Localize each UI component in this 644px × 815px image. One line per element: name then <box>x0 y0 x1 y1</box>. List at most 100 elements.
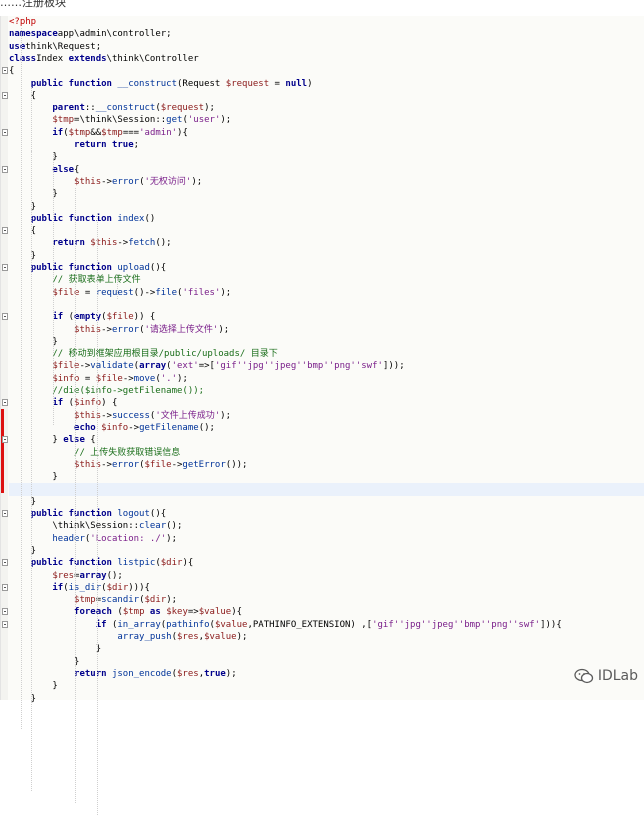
code-line[interactable]: } <box>9 545 644 557</box>
code-line[interactable]: } <box>9 471 644 483</box>
code-line[interactable]: $this->error('无权访问'); <box>9 176 644 188</box>
code-line[interactable]: return $this->fetch(); <box>9 237 644 249</box>
code-token: Index <box>36 53 69 64</box>
code-line[interactable]: { <box>2 225 644 237</box>
code-line[interactable]: $file->validate(array('ext'=>['gif''jpg'… <box>9 360 644 372</box>
code-token: fetch <box>128 238 156 249</box>
code-token: $this <box>74 176 102 187</box>
code-token: array <box>139 361 167 372</box>
code-token: $info <box>95 422 129 433</box>
fold-toggle-icon[interactable] <box>2 583 8 591</box>
code-line[interactable]: { <box>2 65 644 77</box>
code-line[interactable]: echo $info->getFilename(); <box>9 422 644 434</box>
code-line[interactable]: usethink\Request; <box>9 41 644 53</box>
code-line[interactable]: if(is_dir($dir))){ <box>2 582 644 594</box>
code-line[interactable]: if (empty($file)) { <box>2 311 644 323</box>
code-token: 'jpeg' <box>269 361 302 372</box>
code-line[interactable]: } <box>9 151 644 163</box>
code-token: upload <box>111 263 150 273</box>
code-line[interactable]: } else { <box>2 434 644 446</box>
code-line[interactable]: $this->success('文件上传成功'); <box>9 410 644 422</box>
code-line[interactable]: \think\Session::clear(); <box>9 520 644 532</box>
code-line[interactable]: public function index() <box>9 213 644 225</box>
code-line[interactable]: parent::__construct($request); <box>9 102 644 114</box>
fold-toggle-icon[interactable] <box>2 67 8 75</box>
code-line[interactable]: } <box>9 336 644 348</box>
code-line[interactable]: public function listpic($dir){ <box>2 557 644 569</box>
code-token: __construct <box>111 78 177 89</box>
code-line[interactable] <box>9 483 644 496</box>
code-line[interactable]: namespaceapp\admin\controller; <box>9 28 644 40</box>
code-token: -> <box>101 410 112 421</box>
code-token: (){ <box>149 263 167 273</box>
fold-toggle-icon[interactable] <box>2 264 8 271</box>
code-line[interactable]: } <box>9 656 644 668</box>
code-token: ); <box>225 668 237 679</box>
code-token: error <box>111 176 140 187</box>
code-token: $key <box>166 607 188 618</box>
code-line[interactable]: $file = request()->file('files'); <box>9 287 644 299</box>
fold-toggle-icon[interactable] <box>2 313 8 321</box>
code-line[interactable]: } <box>9 693 644 705</box>
code-line[interactable]: $res=array(); <box>9 570 644 582</box>
code-line[interactable]: } <box>9 496 644 508</box>
code-line[interactable]: $this->error($file->getError()); <box>9 459 644 471</box>
indent-guide <box>97 212 98 815</box>
fold-toggle-icon[interactable] <box>2 165 8 173</box>
code-line[interactable]: classIndex extends\think\Controller <box>9 53 644 65</box>
code-line[interactable]: return json_encode($res,true); <box>9 668 644 680</box>
code-line[interactable]: public function upload(){ <box>2 262 644 274</box>
code-line[interactable]: } <box>9 250 644 262</box>
fold-toggle-icon[interactable] <box>2 620 8 628</box>
code-line[interactable]: if($tmp&&$tmp==='admin'){ <box>2 127 644 139</box>
code-line[interactable]: header('Location: ./'); <box>9 533 644 545</box>
code-line[interactable]: } <box>9 680 644 692</box>
code-token: ); <box>220 287 232 298</box>
fold-toggle-icon[interactable] <box>2 227 8 235</box>
code-line[interactable]: $tmp=\think\Session::get('user'); <box>9 114 644 126</box>
code-line[interactable]: $info = $file->move('.'); <box>9 373 644 385</box>
fold-toggle-icon[interactable] <box>2 436 8 444</box>
code-line[interactable] <box>9 299 644 311</box>
code-line[interactable]: public function logout(){ <box>2 508 644 520</box>
code-line[interactable]: // 获取表单上传文件 <box>9 274 644 286</box>
fold-toggle-icon[interactable] <box>2 510 8 517</box>
code-token: ){ <box>177 127 188 138</box>
code-token: } <box>9 681 58 692</box>
code-line[interactable]: array_push($res,$value); <box>9 631 644 643</box>
fold-toggle-icon[interactable] <box>2 608 8 616</box>
code-line[interactable]: return true; <box>9 139 644 151</box>
code-token: { <box>84 435 96 446</box>
code-line[interactable]: // 移动到框架应用根目录/public/uploads/ 目录下 <box>9 348 644 360</box>
code-token: app\admin\controller; <box>57 29 172 40</box>
code-token: namespace <box>9 29 58 40</box>
code-line[interactable]: { <box>2 90 644 102</box>
code-line[interactable]: if ($info) { <box>2 397 644 409</box>
code-token: 'Location: ./' <box>90 533 167 544</box>
code-token: if <box>52 582 64 593</box>
code-line[interactable]: } <box>9 188 644 200</box>
watermark-text: IDLab <box>597 668 638 684</box>
fold-toggle-icon[interactable] <box>2 559 8 567</box>
fold-toggle-icon[interactable] <box>2 91 8 99</box>
code-line[interactable]: public function __construct(Request $req… <box>9 78 644 90</box>
code-token: ( <box>63 312 75 323</box>
code-line[interactable]: else{ <box>2 164 644 176</box>
code-token: success <box>111 410 150 421</box>
code-line[interactable]: // 上传失败获取错误信息 <box>9 447 644 459</box>
code-line[interactable]: } <box>9 643 644 655</box>
code-line[interactable]: foreach ($tmp as $key=>$value){ <box>2 606 644 618</box>
fold-toggle-icon[interactable] <box>2 128 8 136</box>
code-editor[interactable]: <?php namespaceapp\admin\controller; useth… <box>0 16 644 815</box>
code-line[interactable]: <?php <box>9 16 644 28</box>
code-line[interactable]: $this->error('请选择上传文件'); <box>9 324 644 336</box>
code-line[interactable]: } <box>9 201 644 213</box>
fold-toggle-icon[interactable] <box>2 399 8 407</box>
code-token: json_encode <box>106 668 172 679</box>
code-line[interactable]: //die($info->getFilename()); <box>9 385 644 397</box>
code-line[interactable]: if (in_array(pathinfo($value,PATHINFO_EX… <box>2 619 644 631</box>
code-token: getFilename <box>139 422 199 433</box>
code-line[interactable]: $tmp=scandir($dir); <box>9 594 644 606</box>
code-token: as <box>144 607 167 618</box>
